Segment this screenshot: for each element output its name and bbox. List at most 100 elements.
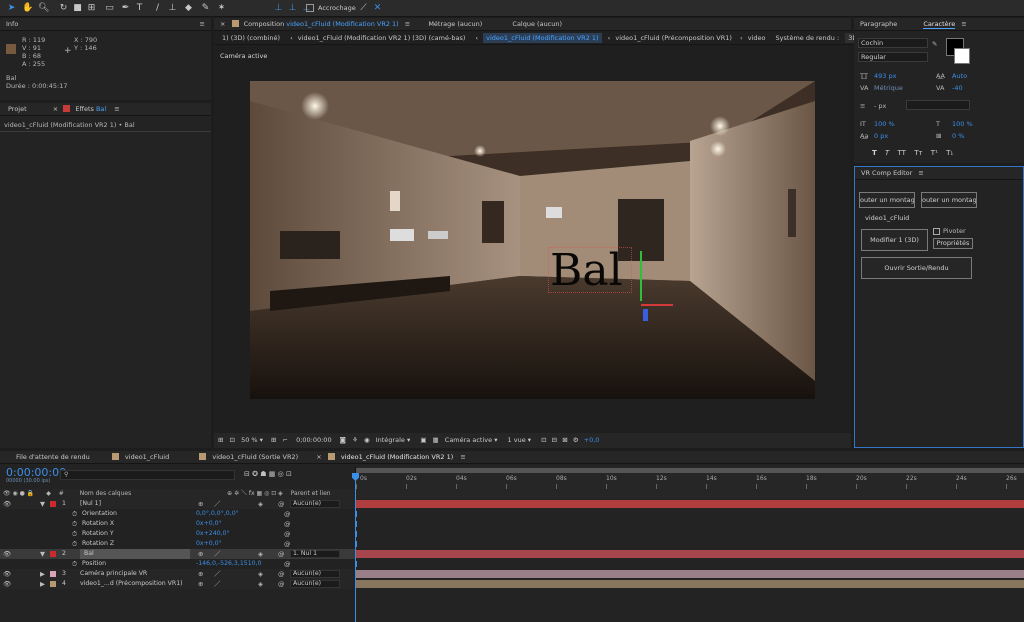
properties-button[interactable]: Propriétés [933,238,973,249]
layer-row[interactable]: 👁 ▶ 4 video1_...d (Précomposition VR1) ⊕ ／ ◈ @ A… [0,579,355,589]
rotate-checkbox[interactable] [933,228,940,235]
layer-track-bar[interactable] [355,580,1024,588]
property-track[interactable] [355,519,1024,529]
quality-switch-icon[interactable]: ／ [214,569,221,579]
axis-world-icon[interactable]: ⊥ [287,3,298,14]
tab-composition[interactable]: Composition video1_cFluid (Modification … [244,20,399,28]
snap-edges-icon[interactable]: ✕ [372,3,383,14]
always-preview-icon[interactable]: ⊞ [218,436,223,444]
tab-timeline-3[interactable]: video1_cFluid (Modification VR2 1) [341,453,453,461]
property-value[interactable]: 0,0°,0,0°,0,0° [196,509,239,519]
pickwhip-icon[interactable]: @ [284,539,291,549]
property-row[interactable]: ⏱ Orientation 0,0°,0,0°,0,0° @ [0,509,355,519]
layer-name[interactable]: Caméra principale VR [80,569,147,579]
y-axis-gizmo-icon[interactable] [640,251,642,301]
expand-arrow-icon[interactable]: ▼ [40,549,45,559]
label-color-chip[interactable] [50,571,56,577]
reset-exposure-icon[interactable]: ⚙ [573,436,579,444]
kerning-value[interactable]: Métrique [874,84,903,92]
crumb-4[interactable]: video [748,34,766,42]
layer-search-input[interactable]: ⚲ [60,470,235,480]
eraser-tool-icon[interactable]: ◆ [183,3,194,14]
eyedropper-icon[interactable]: ✎ [932,40,937,48]
quality-switch-icon[interactable]: ／ [214,499,221,509]
snapshot-icon[interactable]: ◙ [340,436,346,444]
crumb-1[interactable]: video1_cFluid (Modification VR2 1) (3D) … [298,34,466,42]
zoom-select[interactable]: 50 % ▾ [241,436,263,444]
resolution-select[interactable]: Intégrale ▾ [376,436,411,444]
frame-blend-icon[interactable]: ▦ [269,470,276,478]
shy-switch-icon[interactable]: ⊕ [198,499,203,509]
snap-option-icon[interactable]: ⟋ [358,3,369,14]
tab-character[interactable]: Caractère [923,20,956,29]
tab-paragraph[interactable]: Paragraphe [860,20,897,28]
visibility-icon[interactable]: 👁 [3,569,11,579]
tracking-value[interactable]: -40 [952,84,963,92]
panel-menu-icon[interactable]: ≡ [961,20,966,28]
horizontal-scale-value[interactable]: 100 % [952,120,973,128]
layer-name[interactable]: video1_...d (Précomposition VR1) [80,579,183,589]
add-edit-button-2[interactable]: outer un montage : [921,192,977,208]
transparency-icon[interactable]: ▦ [433,436,439,444]
crumb-0[interactable]: 1) (3D) (combiné) [222,34,280,42]
shy-switch-icon[interactable]: ⊕ [198,549,203,559]
tab-layer[interactable]: Calque (aucun) [512,20,562,28]
property-value[interactable]: 0x+0,0° [196,519,222,529]
property-track[interactable] [355,509,1024,519]
shy-switch-icon[interactable]: ⊕ [198,569,203,579]
work-area-bar[interactable] [356,468,1024,473]
label-color-chip[interactable] [50,551,56,557]
shy-icon[interactable]: ☗ [260,470,266,478]
graph-editor-icon[interactable]: ⊡ [286,470,292,478]
panel-menu-icon[interactable]: ≡ [114,105,119,113]
exposure-value[interactable]: +0,0 [584,436,600,444]
tab-footage[interactable]: Métrage (aucun) [428,20,482,28]
label-color-chip[interactable] [50,581,56,587]
camera-tool-icon[interactable]: ■ [72,3,83,14]
toggle-pixel-icon[interactable]: ⊡ [541,436,546,444]
layer-track-bar[interactable] [355,570,1024,578]
crop-icon[interactable]: ⌐ [283,436,288,444]
draft-3d-icon[interactable]: ✪ [252,470,258,478]
puppet-tool-icon[interactable]: ✶ [216,3,227,14]
stopwatch-icon[interactable]: ⏱ [72,519,77,529]
pickwhip-icon[interactable]: @ [284,529,291,539]
mask-toggle-icon[interactable]: ⊡ [230,436,235,444]
stroke-color-swatch[interactable] [954,48,970,64]
current-time[interactable]: 0;00:00:00 [296,436,332,444]
time-ruler[interactable]: 0s 02s 04s 06s 08s 10s 12s 14s 16s 18s 20s 22s 24s 26… [355,467,1024,489]
motion-blur-icon[interactable]: ◎ [278,470,284,478]
z-axis-gizmo-icon[interactable] [643,309,648,321]
visibility-icon[interactable]: 👁 [3,579,11,589]
pickwhip-icon[interactable]: @ [278,549,285,559]
stroke-width-value[interactable]: - px [874,102,886,110]
parent-select[interactable]: Aucun(e) [290,580,340,588]
label-color-chip[interactable] [50,501,56,507]
faux-italic-button[interactable]: T [885,149,889,157]
small-caps-button[interactable]: Tт [914,149,922,157]
zoom-tool-icon[interactable]: 🔍︎ [38,3,49,14]
text-tool-icon[interactable]: T [134,3,145,14]
grid-icon[interactable]: ⊞ [271,436,276,444]
layer-track-bar[interactable] [355,550,1024,558]
tab-effects[interactable]: Effets Bal [75,105,106,113]
property-row[interactable]: ⏱ Rotation X 0x+0,0° @ [0,519,355,529]
pickwhip-icon[interactable]: @ [278,579,285,589]
open-output-button[interactable]: Ouvrir Sortie/Rendu [861,257,972,279]
quality-switch-icon[interactable]: ／ [214,549,221,559]
pickwhip-icon[interactable]: @ [284,559,291,569]
3d-switch-icon[interactable]: ◈ [258,549,263,559]
baseline-shift-value[interactable]: 0 px [874,132,888,140]
brush-tool-icon[interactable]: / [152,3,163,14]
faux-bold-button[interactable]: T [872,149,877,157]
3d-switch-icon[interactable]: ◈ [258,569,263,579]
tab-render-queue[interactable]: File d'attente de rendu [16,453,90,461]
close-tab-icon[interactable]: × [53,105,58,113]
parent-select[interactable]: Aucun(e) [290,570,340,578]
parent-select[interactable]: 1. Nul 1 [290,550,340,558]
font-size-value[interactable]: 493 px [874,72,896,80]
pen-tool-icon[interactable]: ✒ [120,3,131,14]
stopwatch-icon[interactable]: ⏱ [72,539,77,549]
layer-name-header[interactable]: Nom des calques [80,490,132,497]
property-track[interactable] [355,539,1024,549]
